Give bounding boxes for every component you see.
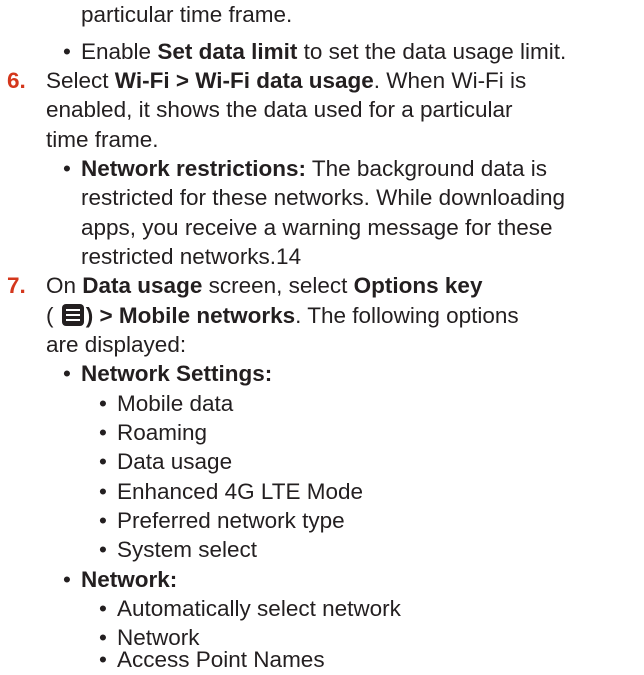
manual-page: particular time frame. • Enable Set data…	[0, 0, 644, 675]
list-item: System select	[117, 537, 258, 562]
step6-line2: enabled, it shows the data used for a pa…	[46, 97, 513, 122]
bullet: •	[99, 420, 107, 445]
bold-term: Set data limit	[157, 39, 298, 64]
list-item: Enhanced 4G LTE Mode	[117, 479, 363, 504]
group-label: Network:	[81, 565, 177, 594]
text: The background data is	[306, 156, 548, 181]
step7-line2: ( ) > Mobile networks. The following opt…	[46, 301, 519, 330]
bullet: •	[63, 361, 71, 386]
bold-term: Wi-Fi > Wi-Fi data usage	[114, 68, 374, 93]
step-number: 6.	[7, 68, 26, 93]
bullet: •	[99, 449, 107, 474]
text: On	[46, 273, 83, 298]
network-restrictions-line2: restricted for these networks. While dow…	[81, 185, 565, 210]
bullet: •	[99, 391, 107, 416]
bullet: •	[99, 596, 107, 621]
continued-line: particular time frame.	[81, 0, 292, 29]
bullet: •	[63, 39, 71, 64]
step-number: 7.	[7, 273, 26, 298]
bullet: •	[99, 479, 107, 504]
bullet: •	[99, 647, 107, 672]
list-item: Access Point Names	[117, 647, 325, 672]
list-item: Automatically select network	[117, 596, 401, 621]
bullet: •	[99, 537, 107, 562]
text: (	[46, 303, 60, 328]
network-restrictions-line4: restricted networks.14	[81, 244, 302, 269]
bold-term: ) > Mobile networks	[85, 303, 296, 328]
step6-line1: Select Wi-Fi > Wi-Fi data usage. When Wi…	[46, 66, 526, 95]
list-item: Mobile data	[117, 391, 234, 416]
list-item: Preferred network type	[117, 508, 345, 533]
bold-term: Network:	[81, 567, 178, 592]
bullet-set-data-limit: Enable Set data limit to set the data us…	[81, 37, 566, 66]
bold-term: Options key	[353, 273, 483, 298]
bold-term: Data usage	[82, 273, 203, 298]
text: Enable	[81, 39, 158, 64]
bullet: •	[63, 567, 71, 592]
network-restrictions-line3: apps, you receive a warning message for …	[81, 215, 553, 240]
text: . When Wi-Fi is	[373, 68, 527, 93]
step6-line3: time frame.	[46, 127, 159, 152]
text: . The following options	[295, 303, 519, 328]
continued-text: particular time frame.	[81, 2, 293, 27]
text: screen, select	[202, 273, 354, 298]
group-label: Network Settings:	[81, 359, 272, 388]
options-menu-icon	[61, 304, 84, 326]
step7-line3: are displayed:	[46, 332, 187, 357]
network-restrictions-line1: Network restrictions: The background dat…	[81, 154, 547, 183]
step7-line1: On Data usage screen, select Options key	[46, 271, 482, 300]
list-item: Roaming	[117, 420, 208, 445]
text: Select	[46, 68, 115, 93]
bullet: •	[99, 508, 107, 533]
text: to set the data usage limit.	[297, 39, 567, 64]
bold-term: Network Settings:	[81, 361, 273, 386]
list-item: Data usage	[117, 449, 233, 474]
bullet: •	[63, 156, 71, 181]
bold-term: Network restrictions:	[81, 156, 307, 181]
